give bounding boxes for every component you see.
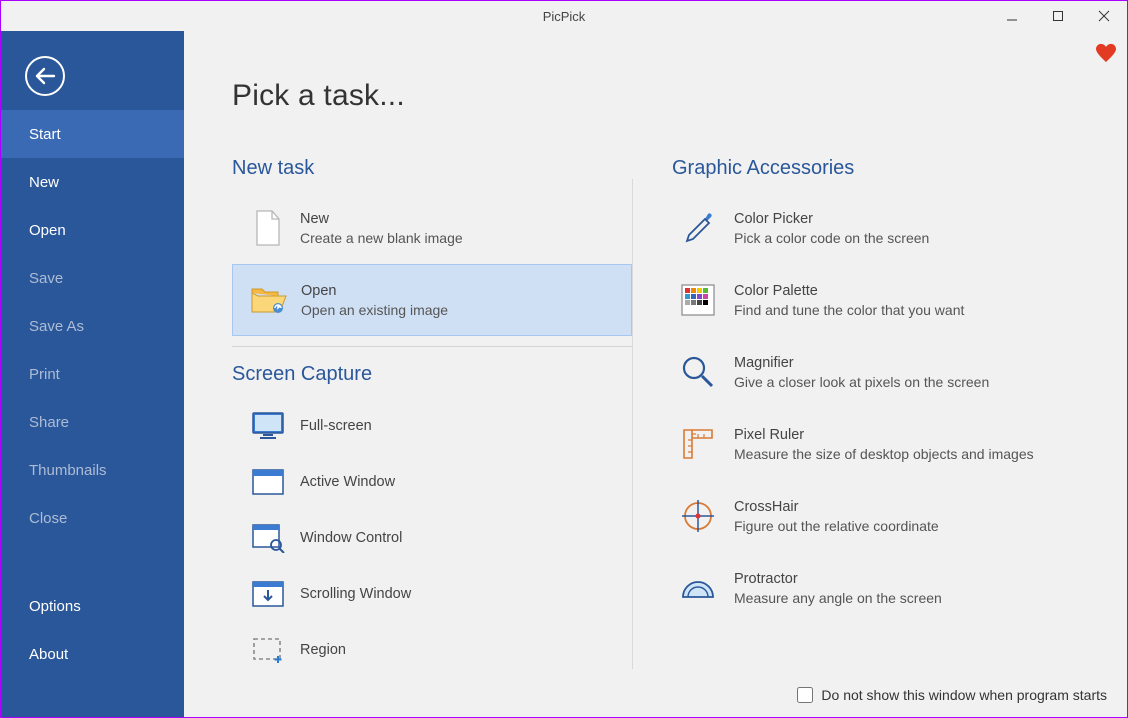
window-controls <box>989 1 1127 31</box>
left-column: New task New Create a new blank image <box>232 157 632 678</box>
sidebar-label: Thumbnails <box>29 462 107 479</box>
capture-fullscreen[interactable]: Full-screen <box>232 398 632 454</box>
app-frame: PicPick Start New Open Save Save As Pr <box>0 0 1128 718</box>
section-new-task: New task <box>232 157 632 180</box>
sidebar-item-share[interactable]: Share <box>1 398 184 446</box>
sidebar-label: Start <box>29 126 61 143</box>
acc-desc: Figure out the relative coordinate <box>734 518 939 534</box>
acc-title: Protractor <box>734 571 942 587</box>
sidebar-label: Open <box>29 222 66 239</box>
task-desc: Open an existing image <box>301 302 448 318</box>
capture-region[interactable]: Region <box>232 622 632 678</box>
folder-open-icon <box>243 284 295 316</box>
section-accessories: Graphic Accessories <box>672 157 1076 180</box>
crosshair-icon <box>672 498 724 534</box>
titlebar: PicPick <box>1 1 1127 31</box>
sidebar-item-thumbnails[interactable]: Thumbnails <box>1 446 184 494</box>
sidebar-item-open[interactable]: Open <box>1 206 184 254</box>
acc-title: Color Picker <box>734 211 929 227</box>
acc-crosshair[interactable]: CrossHair Figure out the relative coordi… <box>672 480 1076 552</box>
acc-desc: Measure the size of desktop objects and … <box>734 446 1034 462</box>
capture-active-window[interactable]: Active Window <box>232 454 632 510</box>
task-desc: Create a new blank image <box>300 230 463 246</box>
close-button[interactable] <box>1081 1 1127 31</box>
sidebar-label: Share <box>29 414 69 431</box>
window-icon <box>242 468 294 496</box>
startup-checkbox-label: Do not show this window when program sta… <box>821 687 1107 703</box>
sidebar-label: Save <box>29 270 63 287</box>
acc-desc: Pick a color code on the screen <box>734 230 929 246</box>
minimize-button[interactable] <box>989 1 1035 31</box>
eyedropper-icon <box>672 210 724 246</box>
monitor-icon <box>242 411 294 441</box>
capture-label: Active Window <box>294 474 395 490</box>
capture-label: Window Control <box>294 530 402 546</box>
file-icon <box>242 210 294 246</box>
acc-desc: Find and tune the color that you want <box>734 302 964 318</box>
acc-pixel-ruler[interactable]: Pixel Ruler Measure the size of desktop … <box>672 408 1076 480</box>
acc-protractor[interactable]: Protractor Measure any angle on the scre… <box>672 552 1076 624</box>
acc-desc: Measure any angle on the screen <box>734 590 942 606</box>
acc-title: Magnifier <box>734 355 989 371</box>
page-title: Pick a task... <box>232 79 1127 113</box>
scroll-window-icon <box>242 580 294 608</box>
task-title: New <box>300 211 463 227</box>
capture-label: Full-screen <box>294 418 372 434</box>
maximize-button[interactable] <box>1035 1 1081 31</box>
back-button[interactable] <box>25 56 65 96</box>
magnifier-icon <box>672 354 724 390</box>
sidebar-label: Save As <box>29 318 84 335</box>
task-new[interactable]: New Create a new blank image <box>232 192 632 264</box>
sidebar-label: Options <box>29 598 81 615</box>
sidebar-item-print[interactable]: Print <box>1 350 184 398</box>
sidebar-label: New <box>29 174 59 191</box>
acc-title: Pixel Ruler <box>734 427 1034 443</box>
sidebar-item-start[interactable]: Start <box>1 110 184 158</box>
task-open[interactable]: Open Open an existing image <box>232 264 632 336</box>
capture-scrolling[interactable]: Scrolling Window <box>232 566 632 622</box>
sidebar-item-save-as[interactable]: Save As <box>1 302 184 350</box>
separator <box>232 346 632 347</box>
sidebar-item-close[interactable]: Close <box>1 494 184 542</box>
protractor-icon <box>672 575 724 601</box>
capture-window-control[interactable]: Window Control <box>232 510 632 566</box>
capture-label: Region <box>294 642 346 658</box>
main-area: Pick a task... New task New Create a new… <box>184 31 1127 717</box>
window-title: PicPick <box>543 9 586 24</box>
acc-magnifier[interactable]: Magnifier Give a closer look at pixels o… <box>672 336 1076 408</box>
sidebar-item-new[interactable]: New <box>1 158 184 206</box>
task-title: Open <box>301 283 448 299</box>
sidebar: Start New Open Save Save As Print Share … <box>1 31 184 717</box>
acc-desc: Give a closer look at pixels on the scre… <box>734 374 989 390</box>
acc-title: CrossHair <box>734 499 939 515</box>
acc-color-palette[interactable]: Color Palette Find and tune the color th… <box>672 264 1076 336</box>
region-icon <box>242 636 294 664</box>
sidebar-item-save[interactable]: Save <box>1 254 184 302</box>
sidebar-label: Close <box>29 510 67 527</box>
window-search-icon <box>242 523 294 553</box>
sidebar-item-options[interactable]: Options <box>1 582 184 630</box>
startup-checkbox[interactable] <box>797 687 813 703</box>
palette-grid-icon <box>672 283 724 317</box>
acc-title: Color Palette <box>734 283 964 299</box>
sidebar-item-about[interactable]: About <box>1 630 184 678</box>
ruler-icon <box>672 426 724 462</box>
capture-label: Scrolling Window <box>294 586 411 602</box>
sidebar-label: About <box>29 646 68 663</box>
section-screen-capture: Screen Capture <box>232 363 632 386</box>
right-column: Graphic Accessories Color Picker Pick a … <box>632 157 1076 678</box>
startup-checkbox-row[interactable]: Do not show this window when program sta… <box>797 687 1107 703</box>
column-divider <box>632 179 633 669</box>
sidebar-label: Print <box>29 366 60 383</box>
acc-color-picker[interactable]: Color Picker Pick a color code on the sc… <box>672 192 1076 264</box>
